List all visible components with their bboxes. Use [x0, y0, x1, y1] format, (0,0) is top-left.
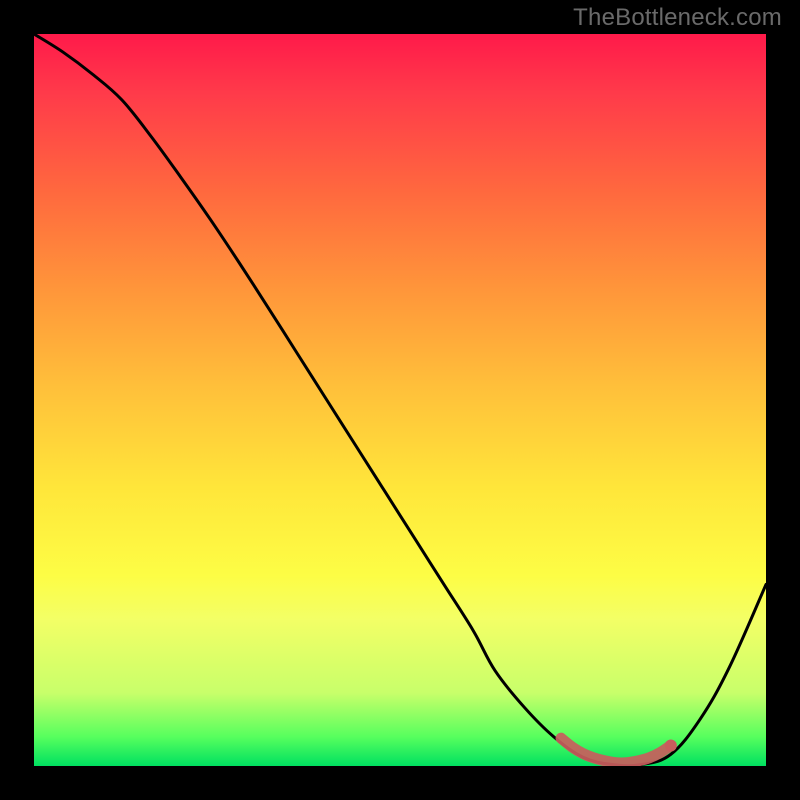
plot-area	[34, 34, 766, 766]
watermark: TheBottleneck.com	[573, 4, 782, 32]
chart-container: TheBottleneck.com	[0, 0, 800, 800]
chart-svg	[34, 34, 766, 766]
optimal-annotation-end	[665, 740, 677, 752]
optimal-annotation	[561, 738, 671, 763]
bottleneck-curve	[34, 34, 766, 766]
